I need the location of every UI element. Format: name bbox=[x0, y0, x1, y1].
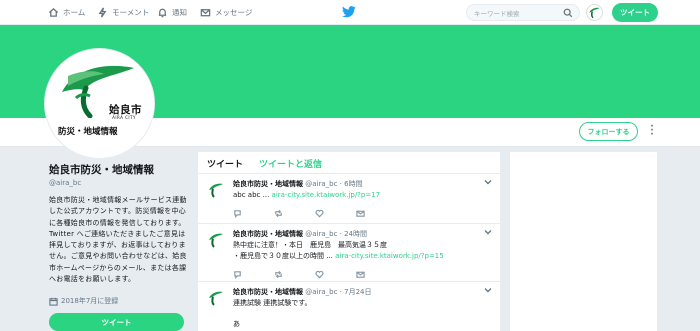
tweet-avatar[interactable] bbox=[206, 180, 226, 200]
tweet-text: abc abc ... aira-city.site.ktaiwork.jp/?… bbox=[233, 190, 488, 201]
home-icon bbox=[48, 7, 59, 17]
tweet-link[interactable]: aira-city.site.ktaiwork.jp/?p=15 bbox=[335, 252, 444, 260]
tweet-handle[interactable]: @aira_bc bbox=[305, 288, 337, 296]
right-sidebar-card bbox=[510, 152, 657, 331]
aira-logo-icon bbox=[209, 183, 223, 198]
nav-avatar[interactable] bbox=[586, 4, 603, 21]
twitter-bird-icon[interactable] bbox=[342, 6, 356, 18]
retweet-icon[interactable] bbox=[274, 209, 283, 218]
avatar-tagline: 防災・地域情報 bbox=[58, 127, 118, 137]
search-input[interactable]: キーワード検索 bbox=[466, 4, 580, 21]
nav-messages[interactable]: メッセージ bbox=[200, 5, 252, 19]
heart-icon[interactable] bbox=[315, 270, 324, 279]
tweet-author[interactable]: 姶良市防災・地域情報 bbox=[233, 288, 303, 296]
nav-home-label: ホーム bbox=[63, 7, 86, 17]
tweet-time[interactable]: 6時間 bbox=[344, 180, 362, 188]
tweet-author[interactable]: 姶良市防災・地域情報 bbox=[233, 180, 303, 188]
reply-icon[interactable] bbox=[233, 270, 242, 279]
nav-moments-label: モーメント bbox=[112, 7, 150, 17]
tweet-item[interactable]: 姶良市防災・地域情報 @aira_bc · 24時間 熱中症に注意！・本日 鹿児… bbox=[198, 224, 500, 282]
tweet-header: 姶良市防災・地域情報 @aira_bc · 24時間 bbox=[233, 230, 368, 238]
aira-logo-icon bbox=[589, 7, 600, 19]
chevron-down-icon[interactable] bbox=[484, 178, 492, 186]
aira-logo-icon bbox=[209, 233, 223, 248]
reply-icon[interactable] bbox=[233, 209, 242, 218]
envelope-icon bbox=[200, 8, 211, 16]
tweet-text-extra: あ bbox=[233, 320, 240, 328]
lightning-icon bbox=[98, 7, 107, 17]
tab-tweets[interactable]: ツイート bbox=[207, 157, 243, 170]
tweet-text: 連携試験 連携試験です。 bbox=[233, 299, 312, 307]
aira-logo-icon bbox=[209, 291, 223, 306]
search-placeholder: キーワード検索 bbox=[474, 10, 520, 18]
timeline-tabs: ツイート ツイートと返信 bbox=[198, 152, 500, 174]
search-icon[interactable] bbox=[563, 8, 573, 18]
dm-icon[interactable] bbox=[356, 209, 365, 218]
dm-icon[interactable] bbox=[356, 270, 365, 279]
nav-moments[interactable]: モーメント bbox=[97, 5, 149, 19]
tweet-header: 姶良市防災・地域情報 @aira_bc · 6時間 bbox=[233, 180, 363, 188]
more-options-icon[interactable]: · · · bbox=[649, 123, 655, 140]
tweet-actions bbox=[233, 209, 397, 218]
heart-icon[interactable] bbox=[315, 209, 324, 218]
calendar-icon bbox=[49, 297, 58, 306]
tab-tweets-replies[interactable]: ツイートと返信 bbox=[259, 157, 322, 170]
tweet-handle[interactable]: @aira_bc bbox=[305, 180, 337, 188]
profile-avatar[interactable]: 姶良市 AIRA CITY 防災・地域情報 bbox=[45, 49, 154, 158]
tweet-actions bbox=[233, 270, 397, 279]
timeline: ツイート ツイートと返信 姶良市防災・地域情報 @aira_bc · 6時間 a… bbox=[198, 152, 500, 331]
profile-joined: 2018年7月に登録 bbox=[49, 296, 118, 306]
retweet-icon[interactable] bbox=[274, 270, 283, 279]
profile-handle[interactable]: @aira_bc bbox=[49, 179, 81, 187]
tweet-handle[interactable]: @aira_bc bbox=[305, 230, 337, 238]
tweet-item[interactable]: 姶良市防災・地域情報 @aira_bc · 7月24日 連携試験 連携試験です。… bbox=[198, 282, 500, 331]
tweet-author[interactable]: 姶良市防災・地域情報 bbox=[233, 230, 303, 238]
tweet-time[interactable]: 7月24日 bbox=[344, 288, 371, 296]
bell-icon bbox=[158, 8, 167, 17]
chevron-down-icon[interactable] bbox=[484, 228, 492, 236]
tweet-text-content: abc abc ... bbox=[233, 191, 270, 199]
nav-messages-label: メッセージ bbox=[215, 7, 253, 17]
profile-bio: 姶良市防災・地域情報メールサービス連動した公式アカウントです。防災情報を中心に各… bbox=[49, 196, 187, 284]
tweet-link[interactable]: aira-city.site.ktaiwork.jp/?p=17 bbox=[272, 191, 381, 199]
profile-name[interactable]: 姶良市防災・地域情報 bbox=[49, 162, 154, 177]
tweet-avatar[interactable] bbox=[206, 288, 226, 308]
nav-notifications[interactable]: 通知 bbox=[157, 5, 187, 19]
tweet-button-top[interactable]: ツイート bbox=[612, 3, 658, 22]
chevron-down-icon[interactable] bbox=[484, 286, 492, 294]
avatar-city-sub: AIRA CITY bbox=[112, 115, 136, 120]
tweet-avatar[interactable] bbox=[206, 230, 226, 250]
nav-notifications-label: 通知 bbox=[172, 7, 187, 17]
tweet-header: 姶良市防災・地域情報 @aira_bc · 7月24日 bbox=[233, 288, 372, 296]
tweet-text: 熱中症に注意！・本日 鹿児島 最高気温３５度 ・鹿児島で３０度以上の時間 ...… bbox=[233, 240, 488, 262]
nav-home[interactable]: ホーム bbox=[48, 5, 85, 19]
tweet-to-button[interactable]: ツイート bbox=[49, 313, 184, 331]
top-navbar: ホーム モーメント 通知 メッセージ キーワード検索 ツイート bbox=[0, 0, 700, 25]
tweet-item[interactable]: 姶良市防災・地域情報 @aira_bc · 6時間 abc abc ... ai… bbox=[198, 174, 500, 224]
tweet-time[interactable]: 24時間 bbox=[344, 230, 367, 238]
profile-joined-date: 2018年7月に登録 bbox=[61, 297, 119, 305]
follow-button[interactable]: フォローする bbox=[579, 122, 638, 141]
